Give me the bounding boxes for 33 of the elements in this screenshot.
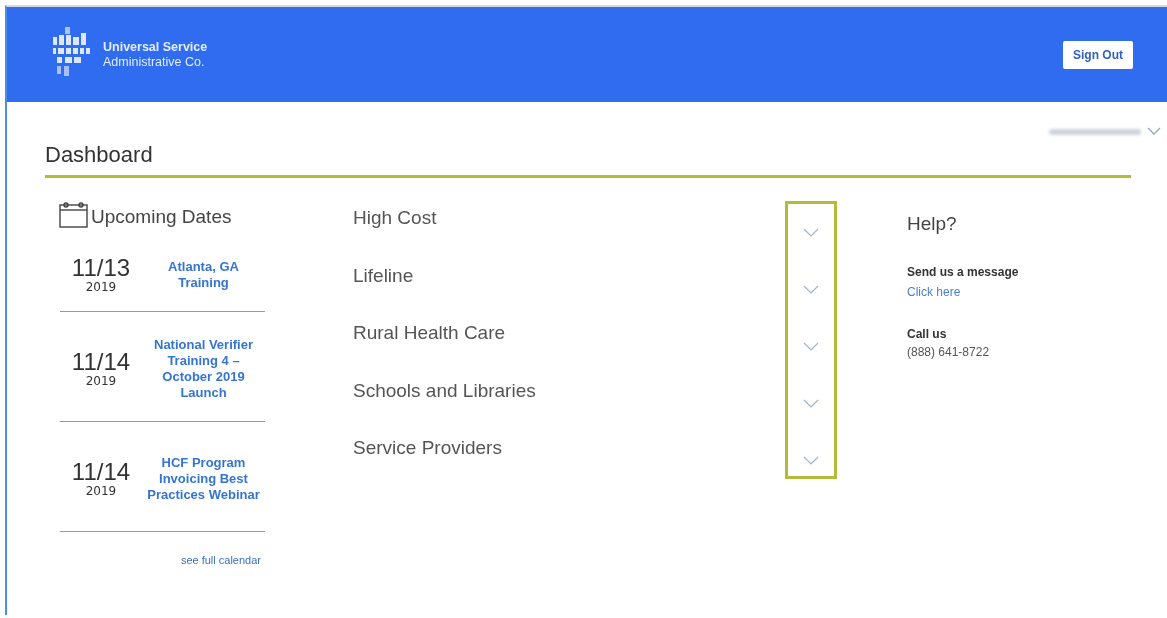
calendar-link[interactable]: see full calendar <box>180 554 261 566</box>
section-title: Upcoming Dates <box>91 206 232 228</box>
event-year: 2019 <box>85 485 117 498</box>
event-link[interactable]: Atlanta, GA Training <box>142 258 265 291</box>
event-link[interactable]: HCF Program Invoicing Best Practices Webinar <box>142 454 265 503</box>
help-label: Send us a message <box>907 265 1019 279</box>
chevron-down-icon[interactable] <box>803 399 819 408</box>
blurred-account-email[interactable] <box>1049 128 1141 135</box>
chevron-down-icon[interactable] <box>1147 127 1161 136</box>
message-link[interactable]: Click here <box>907 285 1019 299</box>
chevron-down-icon[interactable] <box>803 342 819 351</box>
chevron-down-icon[interactable] <box>803 228 819 237</box>
page-title: Dashboard <box>45 142 153 168</box>
event-year: 2019 <box>85 375 117 388</box>
chevron-down-icon[interactable] <box>803 456 819 465</box>
program-name[interactable]: Rural Health Care <box>353 322 785 380</box>
program-name[interactable]: Schools and Libraries <box>353 379 785 437</box>
program-name[interactable]: Service Providers <box>353 437 785 495</box>
event-date: 11/14 <box>71 349 131 375</box>
help-title: Help? <box>907 213 958 235</box>
phone-number: (888) 641-8722 <box>907 345 991 359</box>
event-year: 2019 <box>85 281 117 294</box>
sign-out-button[interactable]: Sign Out <box>1063 40 1133 69</box>
event-link[interactable]: National Verifier Training 4 – October 2019 Launch <box>142 336 265 401</box>
program-name[interactable]: High Cost <box>353 207 785 265</box>
brand-subtitle: Administrative Co. <box>103 54 206 70</box>
help-label: Call us <box>907 327 948 341</box>
program-name[interactable]: Lifeline <box>353 264 785 322</box>
chevron-down-icon[interactable] <box>803 285 819 294</box>
brand-name: Universal Service <box>103 39 208 55</box>
event-date: 11/14 <box>71 459 131 485</box>
event-date: 11/13 <box>71 255 131 281</box>
calendar-icon <box>59 201 89 228</box>
